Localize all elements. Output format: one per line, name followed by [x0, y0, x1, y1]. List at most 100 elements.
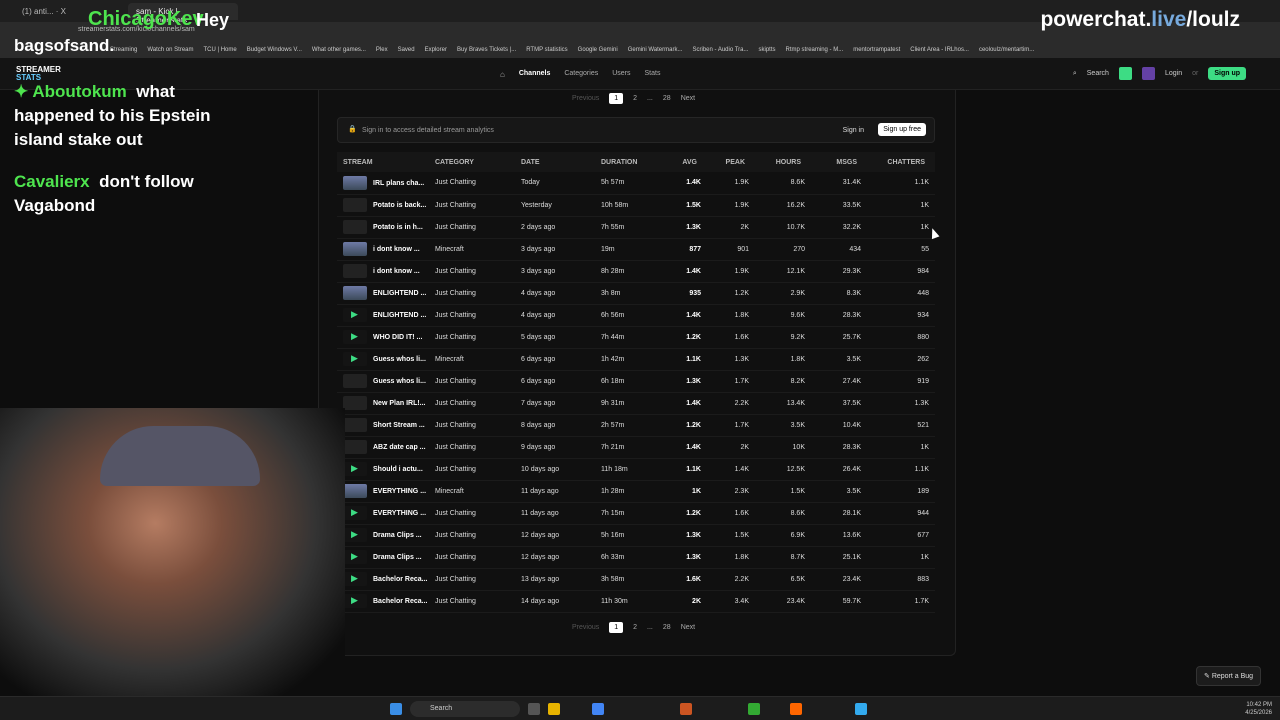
- login-link[interactable]: Login: [1165, 70, 1182, 77]
- stream-cell[interactable]: Should i actu...: [337, 458, 429, 480]
- col-msgs[interactable]: MSGS: [811, 152, 867, 172]
- bookmark-item[interactable]: mentortrampatest: [853, 47, 900, 53]
- bookmark-item[interactable]: Scriben - Audio Tra...: [692, 47, 748, 53]
- signup-button[interactable]: Sign up: [1208, 67, 1246, 80]
- nav-stats[interactable]: Stats: [645, 70, 661, 79]
- table-row[interactable]: EVERYTHING ... Just Chatting 11 days ago 7h…: [337, 502, 935, 524]
- bookmark-item[interactable]: Google Gemini: [578, 47, 618, 53]
- table-row[interactable]: ENLIGHTEND ... Just Chatting 4 days ago 6h …: [337, 304, 935, 326]
- stream-cell[interactable]: IRL plans cha...: [337, 172, 429, 194]
- col-duration[interactable]: DURATION: [595, 152, 651, 172]
- table-row[interactable]: ENLIGHTEND ... Just Chatting 4 days ago 3h …: [337, 282, 935, 304]
- nav-categories[interactable]: Categories: [564, 70, 598, 79]
- page-28[interactable]: 28: [663, 624, 671, 631]
- chrome-icon[interactable]: [592, 703, 604, 715]
- stream-cell[interactable]: WHO DID IT! ...: [337, 326, 429, 348]
- signup-free-button[interactable]: Sign up free: [878, 123, 926, 136]
- stream-cell[interactable]: Potato is back...: [337, 194, 429, 216]
- home-icon[interactable]: ⌂: [500, 70, 505, 79]
- bookmark-item[interactable]: ceoloulz/mentartim...: [979, 47, 1034, 53]
- page-2[interactable]: 2: [633, 95, 637, 102]
- col-chatters[interactable]: CHATTERS: [867, 152, 935, 172]
- stream-cell[interactable]: Potato is in h...: [337, 216, 429, 238]
- table-row[interactable]: EVERYTHING ... Minecraft 11 days ago 1h 28m…: [337, 480, 935, 502]
- table-row[interactable]: ABZ date cap ... Just Chatting 9 days ago 7…: [337, 436, 935, 458]
- table-row[interactable]: i dont know ... Just Chatting 3 days ago 8h…: [337, 260, 935, 282]
- page-1[interactable]: 1: [609, 622, 624, 633]
- page-2[interactable]: 2: [633, 624, 637, 631]
- table-row[interactable]: WHO DID IT! ... Just Chatting 5 days ago 7h…: [337, 326, 935, 348]
- nav-users[interactable]: Users: [612, 70, 630, 79]
- start-icon[interactable]: [390, 703, 402, 715]
- stream-cell[interactable]: EVERYTHING ...: [337, 480, 429, 502]
- report-bug-button[interactable]: ✎ Report a Bug: [1196, 666, 1262, 686]
- table-row[interactable]: Should i actu... Just Chatting 10 days ago…: [337, 458, 935, 480]
- signin-link[interactable]: Sign in: [843, 127, 864, 134]
- taskview-icon[interactable]: [528, 703, 540, 715]
- col-stream[interactable]: STREAM: [337, 152, 429, 172]
- system-clock[interactable]: 10:42 PM 4/25/2026: [1245, 701, 1272, 717]
- stream-cell[interactable]: Guess whos li...: [337, 370, 429, 392]
- table-row[interactable]: Short Stream ... Just Chatting 8 days ago 2…: [337, 414, 935, 436]
- col-date[interactable]: DATE: [515, 152, 595, 172]
- stream-cell[interactable]: ENLIGHTEND ...: [337, 304, 429, 326]
- stream-cell[interactable]: Bachelor Reca...: [337, 568, 429, 590]
- table-row[interactable]: Drama Clips ... Just Chatting 12 days ago 5…: [337, 524, 935, 546]
- table-row[interactable]: IRL plans cha... Just Chatting Today 5h 57m…: [337, 172, 935, 194]
- brave-icon[interactable]: [790, 703, 802, 715]
- bookmark-item[interactable]: Rtmp streaming - M...: [786, 47, 844, 53]
- bookmark-item[interactable]: skiptts: [759, 47, 776, 53]
- col-peak[interactable]: PEAK: [707, 152, 755, 172]
- stream-cell[interactable]: i dont know ...: [337, 260, 429, 282]
- taskbar-search[interactable]: Search: [410, 701, 520, 717]
- nav-channels[interactable]: Channels: [519, 70, 551, 79]
- col-hours[interactable]: HOURS: [755, 152, 811, 172]
- kick-icon[interactable]: [1118, 67, 1132, 80]
- xbox-icon[interactable]: [748, 703, 760, 715]
- bookmark-item[interactable]: Plex: [376, 47, 388, 53]
- app-icon[interactable]: [680, 703, 692, 715]
- col-category[interactable]: CATEGORY: [429, 152, 515, 172]
- bookmark-item[interactable]: Budget Windows V...: [247, 47, 302, 53]
- table-row[interactable]: Potato is in h... Just Chatting 2 days ago…: [337, 216, 935, 238]
- explorer-icon[interactable]: [548, 703, 560, 715]
- bookmark-item[interactable]: Buy Braves Tickets |...: [457, 47, 516, 53]
- stream-cell[interactable]: Short Stream ...: [337, 414, 429, 436]
- table-row[interactable]: Bachelor Reca... Just Chatting 14 days ago…: [337, 590, 935, 612]
- stream-cell[interactable]: Drama Clips ...: [337, 524, 429, 546]
- previous-page[interactable]: Previous: [572, 95, 599, 102]
- stream-cell[interactable]: i dont know ...: [337, 238, 429, 260]
- table-row[interactable]: Potato is back... Just Chatting Yesterday 1…: [337, 194, 935, 216]
- previous-page[interactable]: Previous: [572, 624, 599, 631]
- search-icon[interactable]: ⌕: [1073, 70, 1077, 78]
- table-row[interactable]: Drama Clips ... Just Chatting 12 days ago 6…: [337, 546, 935, 568]
- search-link[interactable]: Search: [1087, 70, 1109, 77]
- stream-cell[interactable]: EVERYTHING ...: [337, 502, 429, 524]
- bookmark-item[interactable]: TCU | Home: [204, 47, 237, 53]
- stream-cell[interactable]: Bachelor Reca...: [337, 590, 429, 612]
- stream-cell[interactable]: ENLIGHTEND ...: [337, 282, 429, 304]
- page-28[interactable]: 28: [663, 95, 671, 102]
- stream-cell[interactable]: ABZ date cap ...: [337, 436, 429, 458]
- bookmark-item[interactable]: Saved: [398, 47, 415, 53]
- bookmark-item[interactable]: Client Area - IRLhos...: [910, 47, 969, 53]
- twitch-icon[interactable]: [1141, 67, 1155, 80]
- bookmark-item[interactable]: Gemini Watermark...: [628, 47, 683, 53]
- table-row[interactable]: Bachelor Reca... Just Chatting 13 days ago…: [337, 568, 935, 590]
- next-page[interactable]: Next: [681, 624, 695, 631]
- bookmark-item[interactable]: Explorer: [425, 47, 447, 53]
- table-row[interactable]: Guess whos li... Just Chatting 6 days ago 6…: [337, 370, 935, 392]
- bookmark-item[interactable]: What other games...: [312, 47, 366, 53]
- stream-cell[interactable]: New Plan IRL!...: [337, 392, 429, 414]
- col-avg[interactable]: AVG: [651, 152, 707, 172]
- notepad-icon[interactable]: [855, 703, 867, 715]
- next-page[interactable]: Next: [681, 95, 695, 102]
- stream-cell[interactable]: Guess whos li...: [337, 348, 429, 370]
- table-row[interactable]: i dont know ... Minecraft 3 days ago 19m 877…: [337, 238, 935, 260]
- stream-cell[interactable]: Drama Clips ...: [337, 546, 429, 568]
- table-row[interactable]: New Plan IRL!... Just Chatting 7 days ago 9…: [337, 392, 935, 414]
- bookmark-item[interactable]: RTMP statistics: [526, 47, 567, 53]
- page-1[interactable]: 1: [609, 93, 624, 104]
- bookmark-item[interactable]: Watch on Stream: [147, 47, 193, 53]
- table-row[interactable]: Guess whos li... Minecraft 6 days ago 1h 42…: [337, 348, 935, 370]
